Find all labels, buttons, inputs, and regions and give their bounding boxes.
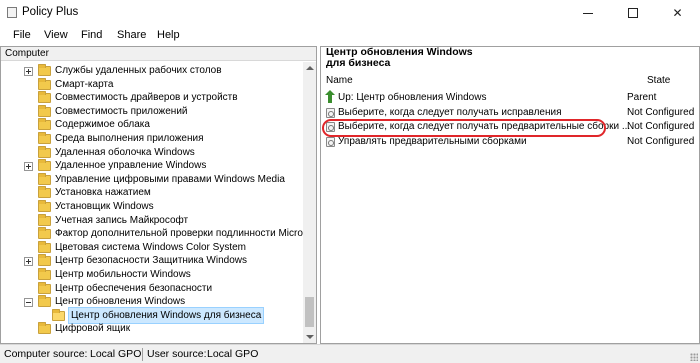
minimize-button[interactable]	[565, 0, 610, 26]
policy-state: Parent	[627, 92, 657, 103]
folder-icon	[38, 186, 51, 199]
menu-find[interactable]: Find	[81, 29, 102, 41]
policy-row[interactable]: Управлять предварительными сборками Not C…	[321, 135, 699, 149]
folder-icon	[38, 213, 51, 226]
tree-item-label: Цифровой ящик	[55, 323, 131, 335]
minimize-icon	[582, 12, 593, 14]
folder-icon	[38, 132, 51, 144]
menu-view[interactable]: View	[44, 29, 68, 41]
collapse-icon[interactable]	[24, 298, 33, 308]
scroll-up-icon[interactable]	[306, 66, 314, 70]
folder-icon	[38, 200, 51, 212]
folder-icon	[38, 240, 51, 253]
policy-name: Up: Центр обновления Windows	[338, 92, 487, 103]
folder-icon	[38, 77, 51, 90]
folder-icon	[38, 281, 51, 294]
policy-state: Not Configured	[627, 135, 695, 147]
close-button[interactable]: ✕	[655, 0, 700, 26]
user-source-value[interactable]: Local GPO	[207, 348, 258, 360]
folder-icon	[38, 145, 51, 158]
column-name-header[interactable]: Name	[326, 75, 353, 86]
policy-name: Управлять предварительными сборками	[338, 135, 527, 147]
scroll-thumb[interactable]	[305, 297, 314, 327]
folder-icon	[38, 295, 51, 308]
user-source-label: User source:	[147, 348, 207, 360]
folder-icon	[38, 268, 51, 280]
policy-name: Выберите, когда следует получать исправл…	[338, 106, 562, 118]
tree-scrollbar[interactable]	[303, 62, 316, 343]
folder-icon	[38, 159, 51, 172]
folder-icon	[52, 308, 65, 321]
tree-item[interactable]: Цифровой ящик	[1, 321, 301, 336]
menu-bar: File View Find Share Help	[0, 26, 700, 46]
folder-icon	[38, 64, 51, 76]
folder-icon	[38, 254, 51, 267]
folder-icon	[38, 104, 51, 117]
expand-icon[interactable]	[24, 67, 33, 76]
menu-file[interactable]: File	[13, 29, 31, 41]
category-tree: Службы удаленных рабочих столов Смарт-кар…	[1, 62, 303, 343]
maximize-icon	[627, 8, 638, 18]
scroll-down-icon[interactable]	[306, 335, 314, 339]
scope-header[interactable]: Computer	[1, 47, 316, 61]
settings-pane: Центр обновления Windows для бизнеса Nam…	[320, 46, 700, 344]
policy-state: Not Configured	[627, 106, 695, 118]
policy-setting-icon	[326, 136, 335, 147]
menu-help[interactable]: Help	[157, 29, 180, 41]
close-icon: ✕	[672, 6, 683, 20]
expand-icon[interactable]	[24, 162, 33, 172]
policy-setting-icon	[326, 122, 335, 132]
category-title: Центр обновления Windows для бизнеса	[326, 46, 473, 69]
maximize-button[interactable]	[610, 0, 655, 26]
status-divider	[142, 348, 143, 361]
menu-share[interactable]: Share	[117, 29, 146, 41]
folder-icon	[38, 227, 51, 240]
folder-icon	[38, 91, 51, 104]
computer-source-value[interactable]: Local GPO	[90, 348, 141, 360]
category-pane: Computer Службы удаленных рабочих столов…	[0, 46, 317, 344]
title-bar: Policy Plus ✕	[0, 0, 700, 26]
expand-icon[interactable]	[24, 257, 33, 267]
app-icon	[7, 7, 17, 18]
folder-icon	[38, 172, 51, 185]
column-state-header[interactable]: State	[647, 75, 670, 86]
folder-icon	[38, 322, 51, 335]
resize-grip-icon[interactable]	[690, 353, 698, 361]
window-title: Policy Plus	[22, 6, 79, 18]
status-bar: Computer source: Local GPO User source: …	[0, 344, 700, 363]
column-headers: Name State	[321, 74, 699, 88]
up-arrow-icon	[325, 90, 335, 103]
folder-icon	[38, 118, 51, 131]
policy-row[interactable]: Up: Центр обновления Windows Parent	[321, 90, 699, 105]
policy-row[interactable]: Выберите, когда следует получать предвар…	[321, 120, 699, 134]
computer-source-label: Computer source:	[4, 348, 88, 360]
policy-setting-icon	[326, 107, 335, 118]
policy-name: Выберите, когда следует получать предвар…	[338, 121, 631, 132]
policy-row[interactable]: Выберите, когда следует получать исправл…	[321, 106, 699, 120]
policy-state: Not Configured	[627, 121, 695, 132]
